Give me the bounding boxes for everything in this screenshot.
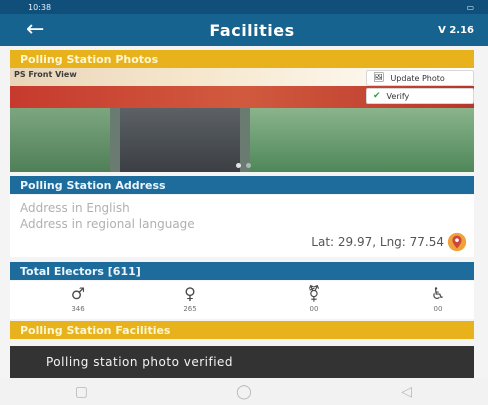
stat-wheelchair: ♿ 00 [408, 284, 468, 314]
lat-lng-label: Lat: 29.97, Lng: 77.54 [311, 235, 444, 249]
recent-apps-button[interactable]: ▢ [69, 383, 93, 400]
pagination-dot-active[interactable] [236, 163, 241, 168]
home-button[interactable]: ◯ [232, 383, 256, 400]
section-header-address: Polling Station Address [10, 176, 474, 194]
back-button[interactable]: ← [26, 19, 66, 41]
address-card: Address in English Address in regional l… [10, 195, 474, 257]
system-nav-bar: ▢ ◯ ◁ [0, 378, 488, 405]
stat-third-gender: ⚧ 00 [284, 284, 344, 314]
photo-wall-green-right [250, 108, 474, 172]
wheelchair-icon: ♿ [430, 284, 446, 303]
image-icon: 🖼 [373, 73, 385, 83]
verify-label: Verify [386, 91, 410, 101]
address-english-field[interactable]: Address in English [20, 201, 130, 215]
pagination-dot[interactable] [246, 163, 251, 168]
photo-pagination [236, 163, 251, 168]
electors-stats: ♂ 346 ♀ 265 ⚧ 00 ♿ 00 [10, 281, 474, 319]
app-frame: 10:38 ▭ ← Facilities V 2.16 Polling Stat… [0, 0, 488, 405]
photo-wall-green-left [10, 108, 110, 172]
section-header-photos: Polling Station Photos [10, 50, 474, 68]
app-bar: ← Facilities V 2.16 [0, 14, 488, 46]
stat-female: ♀ 265 [160, 284, 220, 314]
photo-caption: PS Front View [14, 70, 77, 79]
stat-third-gender-value: 00 [309, 305, 319, 313]
update-photo-label: Update Photo [390, 73, 445, 83]
square-icon: ▢ [74, 383, 88, 400]
stat-female-value: 265 [183, 305, 197, 313]
stat-wheelchair-value: 00 [433, 305, 443, 313]
map-pin-icon[interactable] [446, 231, 468, 253]
triangle-back-icon: ◁ [401, 383, 413, 400]
third-gender-icon: ⚧ [307, 284, 321, 303]
page-title: Facilities [209, 20, 295, 40]
stat-male: ♂ 346 [48, 284, 108, 314]
battery-icon: ▭ [466, 2, 474, 12]
stat-male-value: 346 [71, 305, 85, 313]
toast-message: Polling station photo verified [10, 346, 474, 378]
address-regional-field[interactable]: Address in regional language [20, 217, 195, 231]
section-header-electors: Total Electors [611] [10, 262, 474, 280]
app-version: V 2.16 [438, 24, 474, 36]
verify-button[interactable]: ✔ Verify [366, 88, 474, 104]
back-nav-button[interactable]: ◁ [395, 383, 419, 400]
arrow-left-icon: ← [26, 17, 45, 42]
circle-icon: ◯ [236, 383, 252, 400]
female-icon: ♀ [184, 284, 196, 303]
checkmark-icon: ✔ [373, 91, 381, 101]
photo-door [120, 108, 240, 172]
section-header-facilities: Polling Station Facilities [10, 321, 474, 339]
status-bar: 10:38 ▭ [0, 0, 488, 14]
polling-station-photo[interactable]: PS Front View 🖼 Update Photo ✔ Verify [10, 68, 474, 172]
status-time: 10:38 [28, 2, 52, 12]
update-photo-button[interactable]: 🖼 Update Photo [366, 70, 474, 86]
male-icon: ♂ [70, 284, 86, 303]
